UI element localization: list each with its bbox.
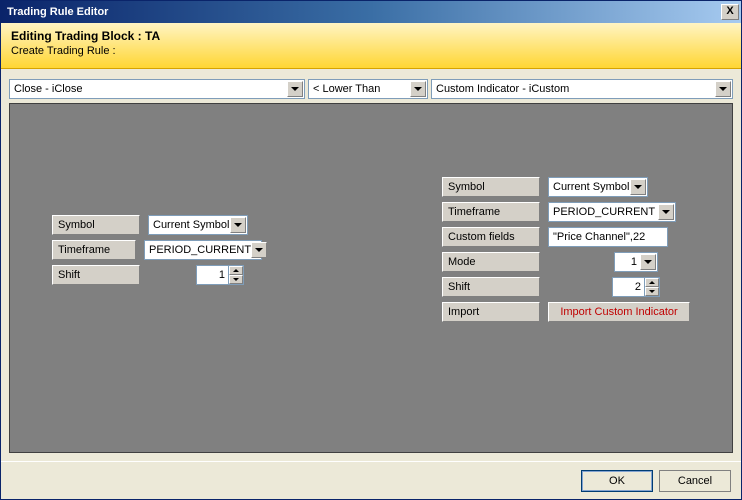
operator-dropdown[interactable]: < Lower Than xyxy=(308,79,428,99)
mode-dropdown[interactable]: 1 xyxy=(614,252,658,272)
symbol-value: Current Symbol xyxy=(553,181,629,193)
shift-spinner[interactable]: 2 xyxy=(612,277,660,297)
shift-label: Shift xyxy=(52,265,140,285)
spinner-up-icon[interactable] xyxy=(645,278,659,287)
symbol-label: Symbol xyxy=(442,177,540,197)
custom-fields-label: Custom fields xyxy=(442,227,540,247)
expression-row: Close - iClose < Lower Than Custom Indic… xyxy=(9,79,733,99)
import-row: Import Import Custom Indicator xyxy=(442,301,694,323)
custom-fields-value: "Price Channel",22 xyxy=(553,231,645,243)
timeframe-dropdown[interactable]: PERIOD_CURRENT xyxy=(548,202,676,222)
shift-row: Shift 1 xyxy=(52,264,262,286)
custom-fields-row: Custom fields "Price Channel",22 xyxy=(442,226,694,248)
chevron-down-icon xyxy=(640,254,656,270)
titlebar: Trading Rule Editor X xyxy=(1,1,741,23)
operand-left-dropdown[interactable]: Close - iClose xyxy=(9,79,305,99)
operator-value: < Lower Than xyxy=(313,83,380,95)
ok-button[interactable]: OK xyxy=(581,470,653,492)
timeframe-label: Timeframe xyxy=(442,202,540,222)
cancel-button[interactable]: Cancel xyxy=(659,470,731,492)
timeframe-dropdown[interactable]: PERIOD_CURRENT xyxy=(144,240,262,260)
shift-value: 2 xyxy=(612,277,644,297)
banner-subtitle: Create Trading Rule : xyxy=(11,45,731,57)
chevron-down-icon xyxy=(410,81,426,97)
left-operand-panel: Symbol Current Symbol Timeframe PERIOD_C… xyxy=(52,214,262,289)
workspace: Symbol Current Symbol Timeframe PERIOD_C… xyxy=(9,103,733,453)
banner-title: Editing Trading Block : TA xyxy=(11,29,731,43)
operand-left-value: Close - iClose xyxy=(14,83,82,95)
custom-fields-input[interactable]: "Price Channel",22 xyxy=(548,227,668,247)
operand-right-dropdown[interactable]: Custom Indicator - iCustom xyxy=(431,79,733,99)
chevron-down-icon xyxy=(715,81,731,97)
symbol-row: Symbol Current Symbol xyxy=(442,176,694,198)
window-title: Trading Rule Editor xyxy=(7,6,108,18)
chevron-down-icon xyxy=(658,204,674,220)
right-operand-panel: Symbol Current Symbol Timeframe PERIOD_C… xyxy=(442,176,694,326)
close-icon[interactable]: X xyxy=(721,4,739,20)
timeframe-label: Timeframe xyxy=(52,240,136,260)
shift-spinner[interactable]: 1 xyxy=(196,265,244,285)
import-custom-indicator-button[interactable]: Import Custom Indicator xyxy=(548,302,690,322)
symbol-label: Symbol xyxy=(52,215,140,235)
chevron-down-icon xyxy=(230,217,246,233)
content-area: Close - iClose < Lower Than Custom Indic… xyxy=(1,69,741,461)
shift-value: 1 xyxy=(196,265,228,285)
mode-label: Mode xyxy=(442,252,540,272)
chevron-down-icon xyxy=(251,242,267,258)
spinner-down-icon[interactable] xyxy=(229,275,243,284)
symbol-row: Symbol Current Symbol xyxy=(52,214,262,236)
symbol-dropdown[interactable]: Current Symbol xyxy=(548,177,648,197)
symbol-value: Current Symbol xyxy=(153,219,229,231)
chevron-down-icon xyxy=(287,81,303,97)
spinner-down-icon[interactable] xyxy=(645,287,659,296)
mode-value: 1 xyxy=(619,256,640,268)
mode-row: Mode 1 xyxy=(442,251,694,273)
spinner-up-icon[interactable] xyxy=(229,266,243,275)
shift-label: Shift xyxy=(442,277,540,297)
symbol-dropdown[interactable]: Current Symbol xyxy=(148,215,248,235)
timeframe-row: Timeframe PERIOD_CURRENT xyxy=(52,239,262,261)
chevron-down-icon xyxy=(630,179,646,195)
timeframe-value: PERIOD_CURRENT xyxy=(553,206,655,218)
timeframe-row: Timeframe PERIOD_CURRENT xyxy=(442,201,694,223)
footer: OK Cancel xyxy=(1,461,741,499)
import-button-label: Import Custom Indicator xyxy=(560,306,677,318)
operand-right-value: Custom Indicator - iCustom xyxy=(436,83,569,95)
trading-rule-editor-window: Trading Rule Editor X Editing Trading Bl… xyxy=(0,0,742,500)
timeframe-value: PERIOD_CURRENT xyxy=(149,244,251,256)
header-banner: Editing Trading Block : TA Create Tradin… xyxy=(1,23,741,69)
shift-row: Shift 2 xyxy=(442,276,694,298)
import-label: Import xyxy=(442,302,540,322)
